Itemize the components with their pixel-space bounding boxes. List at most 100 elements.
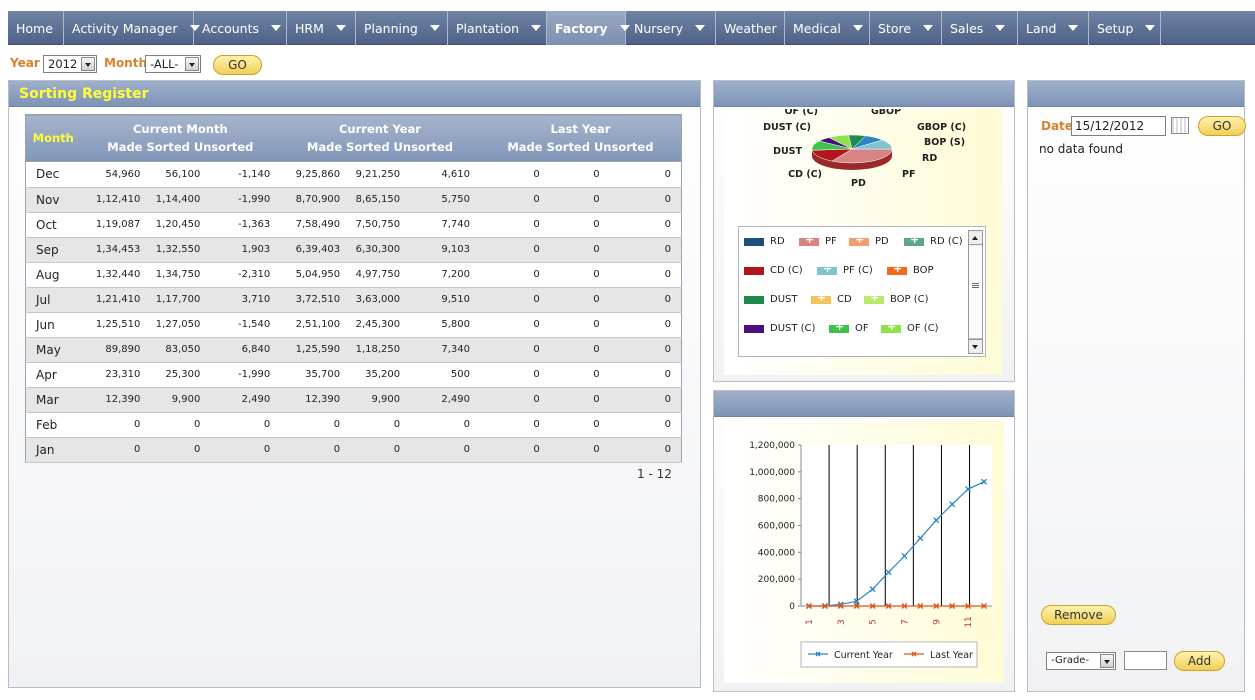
row-value: 0: [410, 412, 480, 438]
chevron-down-icon[interactable]: [1068, 25, 1079, 31]
nav-item-home[interactable]: Home: [8, 11, 64, 45]
date-input[interactable]: 15/12/2012: [1071, 116, 1166, 136]
row-value: 0: [549, 337, 610, 363]
month-column-header: Month: [25, 114, 81, 162]
table-row: Jul 1,21,410 1,17,700 3,710 3,72,510 3,63,000…: [25, 287, 682, 313]
row-value: 9,103: [410, 237, 480, 263]
row-value: 0: [480, 437, 550, 463]
chevron-down-icon[interactable]: [1145, 25, 1156, 31]
chevron-down-icon[interactable]: [995, 25, 1006, 31]
year-select[interactable]: 2012: [43, 55, 97, 73]
row-value: 0: [549, 212, 610, 238]
row-value: 23,310: [80, 362, 151, 388]
row-value: 0: [480, 237, 550, 263]
nav-item-store[interactable]: Store: [870, 11, 942, 45]
y-tick-label: 400,000: [758, 548, 795, 558]
row-value: 0: [150, 437, 211, 463]
nav-item-factory[interactable]: Factory: [547, 11, 630, 45]
nav-item-plantation[interactable]: Plantation: [448, 11, 547, 45]
nav-item-accounts[interactable]: Accounts: [194, 11, 287, 45]
group-subheader: Made Sorted Unsorted: [107, 140, 254, 154]
grade-select[interactable]: -Grade-: [1046, 652, 1116, 670]
legend-swatch-icon: [849, 233, 869, 246]
legend-scrollbar[interactable]: [968, 230, 983, 354]
panel-header: [714, 391, 1014, 417]
row-value: 0: [609, 337, 682, 363]
legend-item: RD (C): [904, 233, 963, 247]
chevron-down-icon[interactable]: [270, 25, 281, 31]
date-label: Date: [1041, 119, 1073, 133]
table-row: Nov 1,12,410 1,14,400 -1,990 8,70,900 8,65,15…: [25, 187, 682, 213]
date-go-button[interactable]: GO: [1198, 116, 1246, 136]
nav-item-sales[interactable]: Sales: [942, 11, 1018, 45]
row-value: 0: [549, 312, 610, 338]
row-value: 0: [480, 287, 550, 313]
line-chart-panel: 0 200,000 400,000 600,000 800,000 1,000,000 1,…: [713, 390, 1015, 692]
chevron-down-icon[interactable]: [695, 25, 706, 31]
row-value: 7,740: [410, 212, 480, 238]
scroll-up-icon[interactable]: [969, 231, 982, 245]
row-value: 0: [150, 412, 211, 438]
legend-item: PF (C): [817, 262, 873, 276]
row-value: 0: [480, 387, 550, 413]
pie-chart-panel: OF (C) GBOP DUST (C) GBOP (C) BOP (S) DUST RD C…: [713, 80, 1015, 382]
chevron-down-icon[interactable]: [923, 25, 934, 31]
scroll-thumb[interactable]: [969, 247, 982, 339]
row-value: 0: [549, 287, 610, 313]
chevron-down-icon[interactable]: [1100, 654, 1114, 668]
calendar-icon[interactable]: [1171, 117, 1189, 134]
add-button[interactable]: Add: [1174, 651, 1225, 671]
nav-item-hrm[interactable]: HRM: [287, 11, 356, 45]
chevron-down-icon[interactable]: [185, 57, 199, 71]
chevron-down-icon[interactable]: [335, 25, 346, 31]
row-value: 7,340: [410, 337, 480, 363]
row-value: 0: [549, 262, 610, 288]
nav-item-setup[interactable]: Setup: [1089, 11, 1161, 45]
legend-label: PF: [825, 236, 837, 247]
pie-label: PD: [851, 178, 866, 189]
chevron-down-icon[interactable]: [531, 25, 542, 31]
row-value: -2,310: [210, 262, 281, 288]
row-value: 0: [280, 412, 351, 438]
row-value: 4,610: [410, 162, 480, 188]
pie-label: GBOP: [871, 109, 901, 117]
pie-label: DUST: [773, 146, 802, 157]
nav-item-weather[interactable]: Weather: [716, 11, 785, 45]
nav-item-label: HRM: [295, 20, 324, 36]
remove-button[interactable]: Remove: [1041, 605, 1116, 625]
row-month: Nov: [25, 187, 81, 213]
sorting-register-table: Month Current Month Made Sorted Unsorted…: [25, 114, 682, 162]
legend-item: OF (C): [881, 320, 939, 334]
pie-chart: OF (C) GBOP DUST (C) GBOP (C) BOP (S) DUST RD C…: [763, 109, 966, 189]
scroll-down-icon[interactable]: [969, 339, 982, 353]
row-value: 0: [480, 212, 550, 238]
month-select[interactable]: -ALL-: [145, 55, 201, 73]
row-value: 0: [210, 412, 281, 438]
nav-item-land[interactable]: Land: [1018, 11, 1089, 45]
row-value: 0: [210, 437, 281, 463]
grade-quantity-input[interactable]: [1124, 651, 1167, 670]
legend-label: RD: [770, 236, 785, 247]
nav-item-nursery[interactable]: Nursery: [626, 11, 716, 45]
row-value: 0: [609, 312, 682, 338]
row-value: 1,17,700: [150, 287, 211, 313]
row-value: 1,34,750: [150, 262, 211, 288]
chevron-down-icon[interactable]: [429, 25, 440, 31]
current-month-header: Current Month Made Sorted Unsorted: [80, 114, 281, 162]
row-value: 2,51,100: [280, 312, 351, 338]
row-month: Apr: [25, 362, 81, 388]
go-button[interactable]: GO: [213, 55, 262, 75]
chevron-down-icon[interactable]: [852, 25, 863, 31]
x-tick-label: 5: [869, 619, 879, 625]
row-month: Oct: [25, 212, 81, 238]
nav-item-planning[interactable]: Planning: [356, 11, 448, 45]
row-value: 2,45,300: [350, 312, 411, 338]
row-value: 2,490: [410, 387, 480, 413]
nav-item-activity-manager[interactable]: Activity Manager: [64, 11, 200, 45]
month-select-value: -ALL-: [150, 57, 179, 71]
last-year-header: Last Year Made Sorted Unsorted: [479, 114, 682, 162]
panel-header: Sorting Register: [9, 81, 700, 107]
chevron-down-icon[interactable]: [81, 57, 95, 71]
panel-title: Sorting Register: [19, 86, 149, 102]
nav-item-medical[interactable]: Medical: [785, 11, 870, 45]
